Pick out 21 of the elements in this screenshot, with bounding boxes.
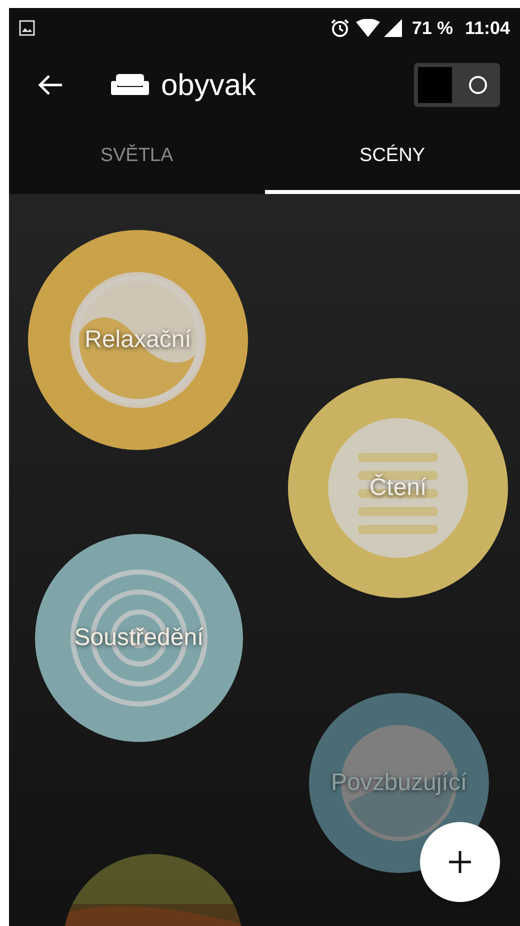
spiral-icon: [69, 568, 209, 708]
signal-icon: [384, 19, 402, 37]
alarm-icon: [330, 18, 350, 38]
scene-button[interactable]: Soustředění: [35, 534, 243, 742]
tab[interactable]: SVĚTLA: [9, 122, 264, 194]
scene-label: Soustředění: [73, 623, 205, 653]
back-arrow-icon: [37, 74, 63, 96]
yin-yang-icon: [68, 270, 208, 410]
image-icon: [19, 20, 35, 36]
scene-button[interactable]: Povzbuzující: [309, 693, 489, 873]
battery-percent: 71 %: [412, 16, 453, 40]
sofa-icon: [111, 73, 149, 97]
scene-label: Povzbuzující: [330, 768, 468, 798]
lines-icon: [328, 418, 468, 558]
scene-button[interactable]: Čtení: [288, 378, 508, 598]
scene-label: Čtení: [368, 473, 428, 503]
clock-time: 11:04: [464, 16, 510, 40]
wifi-icon: [356, 19, 380, 37]
light-toggle[interactable]: [414, 63, 500, 107]
plus-icon: [448, 850, 472, 874]
room-title: obyvak: [161, 68, 256, 104]
